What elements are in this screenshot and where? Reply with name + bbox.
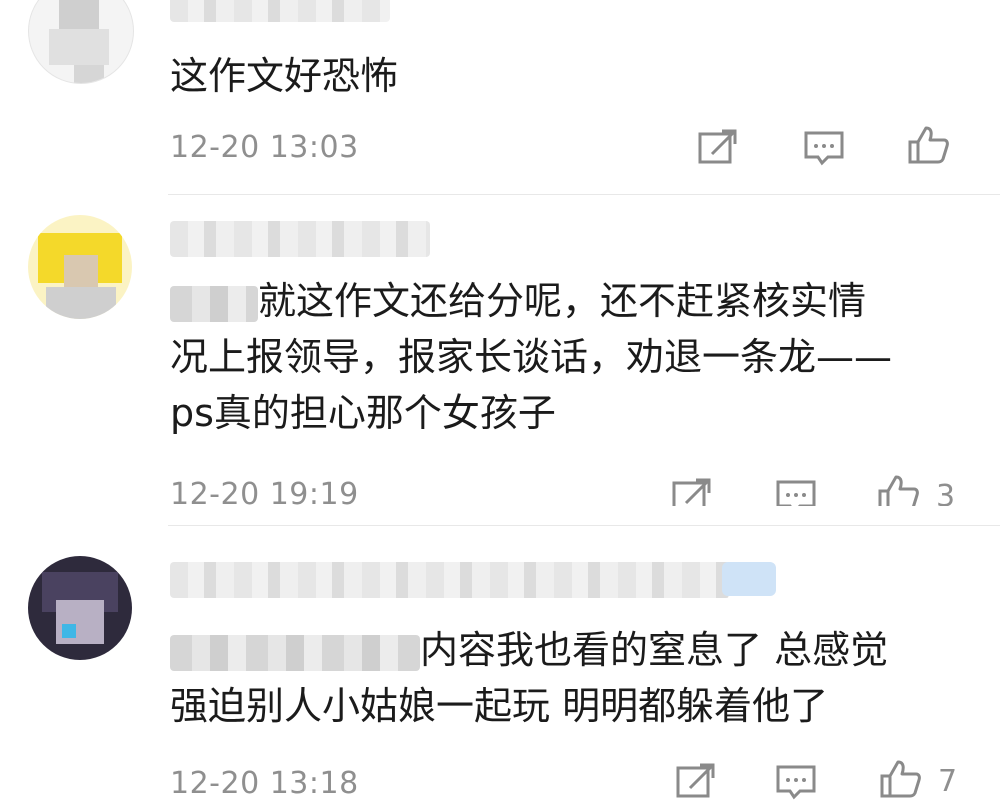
username-redacted[interactable] (170, 221, 430, 257)
comment-item: 内容我也看的窒息了 总感觉 强迫别人小姑娘一起玩 明明都躲着他了 12-20 1… (0, 526, 1000, 806)
mention-redacted (170, 634, 420, 671)
share-icon (676, 763, 715, 798)
share-icon (698, 129, 737, 164)
share-button[interactable] (696, 128, 740, 168)
comment-text: 这作文好恐怖 (170, 54, 399, 98)
comment-time: 12-20 13:18 (170, 766, 359, 801)
username-redacted[interactable] (170, 562, 730, 598)
thumbs-up-icon (880, 760, 921, 798)
comment-time: 12-20 13:03 (170, 130, 359, 165)
comment-item: 这作文好恐怖 12-20 13:03 (0, 0, 1000, 195)
reply-button[interactable] (774, 762, 818, 802)
avatar[interactable] (28, 215, 132, 319)
thumbs-up-icon (908, 126, 949, 164)
comment-text: 就这作文还给分呢，还不赶紧核实情 况上报领导，报家长谈话，劝退一条龙—— ps真… (170, 279, 893, 435)
avatar[interactable] (28, 0, 134, 84)
reply-button[interactable] (802, 128, 846, 168)
comment-text: 内容我也看的窒息了 总感觉 强迫别人小姑娘一起玩 明明都躲着他了 (170, 628, 889, 728)
mention-redacted (170, 285, 258, 322)
like-button[interactable] (906, 124, 950, 164)
like-count: 7 (938, 764, 958, 799)
avatar[interactable] (28, 556, 132, 660)
share-button[interactable] (674, 762, 718, 802)
username-redacted[interactable] (170, 0, 390, 22)
badge-redacted (722, 562, 776, 596)
like-button[interactable] (878, 758, 922, 798)
comment-icon (776, 765, 816, 800)
comment-icon (804, 131, 844, 166)
row-crop-mask (0, 506, 1000, 525)
comment-item: 就这作文还给分呢，还不赶紧核实情 况上报领导，报家长谈话，劝退一条龙—— ps真… (0, 195, 1000, 526)
